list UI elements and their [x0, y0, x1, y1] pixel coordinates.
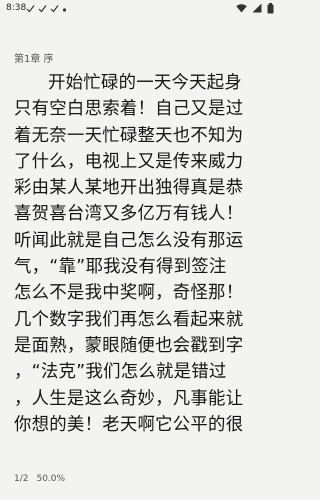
text-line: 你想的美！老天啊它公平的很 — [14, 414, 244, 435]
battery-icon — [267, 2, 274, 13]
progress-percent: 50.0% — [36, 474, 66, 484]
check-icon — [50, 4, 59, 12]
text-line: 开始忙碌的一天今天起身 — [48, 73, 243, 93]
check-icon — [38, 4, 47, 12]
status-time: 8:38 — [6, 3, 27, 13]
text-line: 彩由某人某地开出独得真是恭 — [14, 178, 244, 199]
cellular-icon — [252, 3, 262, 13]
notification-icons — [26, 2, 67, 14]
text-line: 着无奈一天忙碌整天也不知为 — [14, 125, 244, 146]
notification-dot-icon — [62, 7, 67, 12]
page-indicator: 1/2 — [14, 474, 29, 484]
reading-footer: 1/2 50.0% — [14, 474, 65, 484]
text-line: ，“法克”我们怎么就是错过 — [14, 362, 227, 383]
reading-content[interactable]: 开始忙碌的一天今天起身 只有空白思索着！自己又是过 着无奈一天忙碌整天也不知为 … — [14, 70, 278, 438]
wifi-icon — [236, 4, 247, 13]
text-line: 是面熟，蒙眼随便也会戳到字 — [14, 335, 244, 356]
text-line: 只有空白思索着！自己又是过 — [14, 99, 244, 120]
text-line: 怎么不是我中奖啊，奇怪那！ — [14, 283, 244, 304]
check-icon — [26, 4, 35, 12]
text-line: ，人生是这么奇妙，凡事能让 — [14, 388, 244, 409]
text-line: 气，“靠”耶我没有得到签注 — [14, 257, 227, 278]
text-line: 听闻此就是自己怎么没有那运 — [14, 230, 244, 251]
text-line: 了什么，电视上又是传来威力 — [14, 151, 244, 172]
text-line: 几个数字我们再怎么看起来就 — [14, 309, 244, 330]
text-line: 喜贺喜台湾又多亿万有钱人！ — [14, 204, 244, 225]
status-bar: 8:38 — [0, 0, 280, 18]
chapter-title: 第1章 序 — [14, 54, 54, 65]
system-icons — [236, 2, 274, 14]
